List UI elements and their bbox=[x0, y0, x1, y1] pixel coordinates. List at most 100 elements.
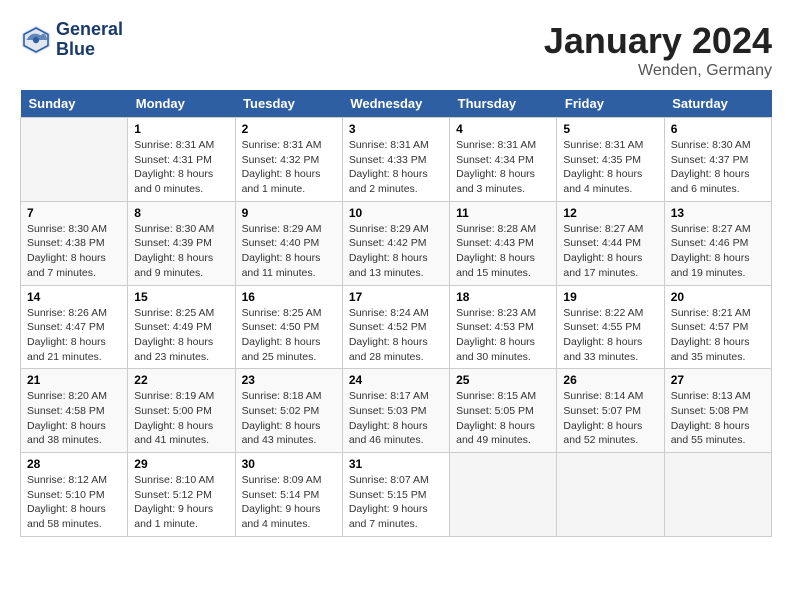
day-info: Sunrise: 8:25 AMSunset: 4:50 PMDaylight:… bbox=[242, 306, 336, 365]
day-number: 26 bbox=[563, 373, 657, 387]
day-number: 29 bbox=[134, 457, 228, 471]
day-number: 2 bbox=[242, 122, 336, 136]
calendar-cell: 1 Sunrise: 8:31 AMSunset: 4:31 PMDaylight… bbox=[128, 118, 235, 202]
calendar-cell: 11 Sunrise: 8:28 AMSunset: 4:43 PMDayligh… bbox=[450, 201, 557, 285]
page-header: General Blue January 2024 Wenden, German… bbox=[20, 20, 772, 80]
day-number: 23 bbox=[242, 373, 336, 387]
day-info: Sunrise: 8:22 AMSunset: 4:55 PMDaylight:… bbox=[563, 306, 657, 365]
calendar-cell: 4 Sunrise: 8:31 AMSunset: 4:34 PMDaylight… bbox=[450, 118, 557, 202]
calendar-cell: 29 Sunrise: 8:10 AMSunset: 5:12 PMDayligh… bbox=[128, 453, 235, 537]
calendar-cell: 7 Sunrise: 8:30 AMSunset: 4:38 PMDaylight… bbox=[21, 201, 128, 285]
logo-icon bbox=[20, 24, 52, 56]
weekday-header-saturday: Saturday bbox=[664, 90, 771, 118]
calendar-week-row: 28 Sunrise: 8:12 AMSunset: 5:10 PMDayligh… bbox=[21, 453, 772, 537]
day-info: Sunrise: 8:30 AMSunset: 4:39 PMDaylight:… bbox=[134, 222, 228, 281]
calendar-cell: 16 Sunrise: 8:25 AMSunset: 4:50 PMDayligh… bbox=[235, 285, 342, 369]
day-info: Sunrise: 8:10 AMSunset: 5:12 PMDaylight:… bbox=[134, 473, 228, 532]
day-number: 30 bbox=[242, 457, 336, 471]
day-info: Sunrise: 8:13 AMSunset: 5:08 PMDaylight:… bbox=[671, 389, 765, 448]
day-number: 31 bbox=[349, 457, 443, 471]
calendar-cell bbox=[664, 453, 771, 537]
weekday-header-wednesday: Wednesday bbox=[342, 90, 449, 118]
day-info: Sunrise: 8:28 AMSunset: 4:43 PMDaylight:… bbox=[456, 222, 550, 281]
logo-text: General Blue bbox=[56, 20, 123, 60]
day-number: 10 bbox=[349, 206, 443, 220]
calendar-cell: 28 Sunrise: 8:12 AMSunset: 5:10 PMDayligh… bbox=[21, 453, 128, 537]
day-number: 14 bbox=[27, 290, 121, 304]
day-info: Sunrise: 8:23 AMSunset: 4:53 PMDaylight:… bbox=[456, 306, 550, 365]
day-number: 27 bbox=[671, 373, 765, 387]
day-info: Sunrise: 8:17 AMSunset: 5:03 PMDaylight:… bbox=[349, 389, 443, 448]
day-info: Sunrise: 8:21 AMSunset: 4:57 PMDaylight:… bbox=[671, 306, 765, 365]
day-number: 16 bbox=[242, 290, 336, 304]
day-number: 21 bbox=[27, 373, 121, 387]
day-number: 3 bbox=[349, 122, 443, 136]
day-number: 13 bbox=[671, 206, 765, 220]
day-info: Sunrise: 8:18 AMSunset: 5:02 PMDaylight:… bbox=[242, 389, 336, 448]
calendar-cell: 21Sunrise: 8:20 AMSunset: 4:58 PMDayligh… bbox=[21, 369, 128, 453]
calendar-cell: 6 Sunrise: 8:30 AMSunset: 4:37 PMDaylight… bbox=[664, 118, 771, 202]
day-number: 24 bbox=[349, 373, 443, 387]
calendar-table: SundayMondayTuesdayWednesdayThursdayFrid… bbox=[20, 90, 772, 537]
month-title: January 2024 bbox=[544, 20, 772, 62]
calendar-cell: 9 Sunrise: 8:29 AMSunset: 4:40 PMDaylight… bbox=[235, 201, 342, 285]
day-number: 5 bbox=[563, 122, 657, 136]
calendar-week-row: 7 Sunrise: 8:30 AMSunset: 4:38 PMDaylight… bbox=[21, 201, 772, 285]
day-number: 22 bbox=[134, 373, 228, 387]
day-info: Sunrise: 8:31 AMSunset: 4:31 PMDaylight:… bbox=[134, 138, 228, 197]
calendar-cell: 18 Sunrise: 8:23 AMSunset: 4:53 PMDayligh… bbox=[450, 285, 557, 369]
calendar-cell bbox=[557, 453, 664, 537]
day-number: 4 bbox=[456, 122, 550, 136]
calendar-cell: 13 Sunrise: 8:27 AMSunset: 4:46 PMDayligh… bbox=[664, 201, 771, 285]
day-info: Sunrise: 8:12 AMSunset: 5:10 PMDaylight:… bbox=[27, 473, 121, 532]
calendar-cell: 24 Sunrise: 8:17 AMSunset: 5:03 PMDayligh… bbox=[342, 369, 449, 453]
calendar-cell: 26Sunrise: 8:14 AMSunset: 5:07 PMDayligh… bbox=[557, 369, 664, 453]
day-info: Sunrise: 8:27 AMSunset: 4:46 PMDaylight:… bbox=[671, 222, 765, 281]
weekday-header-sunday: Sunday bbox=[21, 90, 128, 118]
logo: General Blue bbox=[20, 20, 123, 60]
calendar-week-row: 1 Sunrise: 8:31 AMSunset: 4:31 PMDaylight… bbox=[21, 118, 772, 202]
calendar-cell: 17Sunrise: 8:24 AMSunset: 4:52 PMDayligh… bbox=[342, 285, 449, 369]
day-info: Sunrise: 8:26 AMSunset: 4:47 PMDaylight:… bbox=[27, 306, 121, 365]
title-block: January 2024 Wenden, Germany bbox=[544, 20, 772, 80]
day-info: Sunrise: 8:31 AMSunset: 4:34 PMDaylight:… bbox=[456, 138, 550, 197]
day-number: 25 bbox=[456, 373, 550, 387]
day-info: Sunrise: 8:31 AMSunset: 4:33 PMDaylight:… bbox=[349, 138, 443, 197]
calendar-cell bbox=[21, 118, 128, 202]
calendar-cell: 22 Sunrise: 8:19 AMSunset: 5:00 PMDayligh… bbox=[128, 369, 235, 453]
day-number: 20 bbox=[671, 290, 765, 304]
weekday-header-tuesday: Tuesday bbox=[235, 90, 342, 118]
calendar-cell: 3 Sunrise: 8:31 AMSunset: 4:33 PMDaylight… bbox=[342, 118, 449, 202]
calendar-cell: 23 Sunrise: 8:18 AMSunset: 5:02 PMDayligh… bbox=[235, 369, 342, 453]
calendar-cell: 2 Sunrise: 8:31 AMSunset: 4:32 PMDaylight… bbox=[235, 118, 342, 202]
calendar-cell bbox=[450, 453, 557, 537]
day-number: 12 bbox=[563, 206, 657, 220]
calendar-cell: 5Sunrise: 8:31 AMSunset: 4:35 PMDaylight… bbox=[557, 118, 664, 202]
day-number: 11 bbox=[456, 206, 550, 220]
day-info: Sunrise: 8:19 AMSunset: 5:00 PMDaylight:… bbox=[134, 389, 228, 448]
day-number: 19 bbox=[563, 290, 657, 304]
day-number: 18 bbox=[456, 290, 550, 304]
day-info: Sunrise: 8:30 AMSunset: 4:38 PMDaylight:… bbox=[27, 222, 121, 281]
weekday-header-friday: Friday bbox=[557, 90, 664, 118]
day-number: 28 bbox=[27, 457, 121, 471]
calendar-cell: 8Sunrise: 8:30 AMSunset: 4:39 PMDaylight… bbox=[128, 201, 235, 285]
location: Wenden, Germany bbox=[544, 62, 772, 80]
calendar-cell: 31Sunrise: 8:07 AMSunset: 5:15 PMDayligh… bbox=[342, 453, 449, 537]
day-info: Sunrise: 8:31 AMSunset: 4:32 PMDaylight:… bbox=[242, 138, 336, 197]
day-number: 15 bbox=[134, 290, 228, 304]
calendar-cell: 14 Sunrise: 8:26 AMSunset: 4:47 PMDayligh… bbox=[21, 285, 128, 369]
day-info: Sunrise: 8:29 AMSunset: 4:40 PMDaylight:… bbox=[242, 222, 336, 281]
day-number: 17 bbox=[349, 290, 443, 304]
day-info: Sunrise: 8:29 AMSunset: 4:42 PMDaylight:… bbox=[349, 222, 443, 281]
day-number: 7 bbox=[27, 206, 121, 220]
day-info: Sunrise: 8:30 AMSunset: 4:37 PMDaylight:… bbox=[671, 138, 765, 197]
calendar-cell: 10 Sunrise: 8:29 AMSunset: 4:42 PMDayligh… bbox=[342, 201, 449, 285]
day-info: Sunrise: 8:25 AMSunset: 4:49 PMDaylight:… bbox=[134, 306, 228, 365]
day-number: 1 bbox=[134, 122, 228, 136]
day-number: 6 bbox=[671, 122, 765, 136]
day-number: 9 bbox=[242, 206, 336, 220]
calendar-week-row: 14 Sunrise: 8:26 AMSunset: 4:47 PMDayligh… bbox=[21, 285, 772, 369]
calendar-cell: 15 Sunrise: 8:25 AMSunset: 4:49 PMDayligh… bbox=[128, 285, 235, 369]
day-info: Sunrise: 8:09 AMSunset: 5:14 PMDaylight:… bbox=[242, 473, 336, 532]
